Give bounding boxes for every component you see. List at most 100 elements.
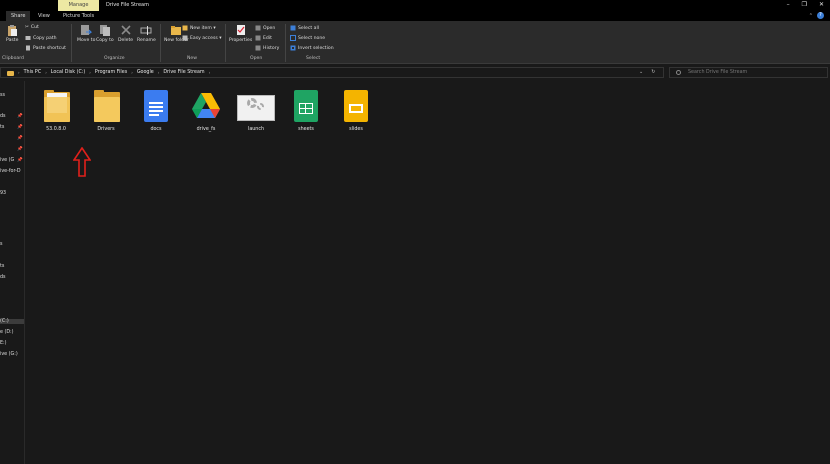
file-name: docs [150, 127, 162, 132]
nav-item[interactable]: e (D:) [0, 330, 14, 335]
paste-shortcut-icon [26, 45, 30, 51]
file-item-docs[interactable]: docs [136, 89, 176, 132]
close-button[interactable]: ✕ [819, 1, 824, 8]
select-all-label: Select all [298, 25, 319, 31]
breadcrumb-google[interactable]: Google [137, 68, 154, 78]
delete-icon [120, 25, 131, 35]
history-label: History [263, 45, 280, 51]
file-item-drivers[interactable]: Drivers [86, 89, 126, 132]
easy-access-button[interactable]: Easy access ▾ [182, 35, 222, 41]
chevron-right-icon: › [18, 70, 20, 75]
file-item-launch[interactable]: launch [236, 89, 276, 132]
open-button[interactable]: Open [255, 25, 275, 31]
ribbon: Paste ✂ Cut Copy path Paste shortcut Cli… [0, 21, 830, 64]
chevron-right-icon: › [208, 70, 211, 75]
history-button[interactable]: History [255, 45, 279, 51]
edit-icon [255, 35, 261, 41]
file-name: slides [349, 127, 363, 132]
search-input[interactable]: Search Drive File Stream [688, 68, 747, 78]
pin-icon: 📌 [17, 158, 23, 163]
file-name: drive_fs [196, 127, 216, 132]
settings-app-icon [237, 89, 275, 123]
ribbon-tabs: Share View Picture Tools [0, 11, 830, 21]
chevron-right-icon: › [157, 70, 160, 75]
file-item-slides[interactable]: slides [336, 89, 376, 132]
rename-button[interactable]: Rename [137, 24, 156, 43]
select-all-icon [290, 25, 296, 31]
copy-to-icon [99, 25, 110, 36]
breadcrumb-drive-file-stream[interactable]: Drive File Stream [163, 68, 204, 78]
nav-item[interactable]: ts [0, 264, 4, 269]
copy-path-button[interactable]: Copy path [25, 35, 57, 41]
delete-label: Delete [118, 38, 134, 43]
nav-item[interactable]: ts [0, 125, 4, 130]
file-item-sheets[interactable]: sheets [286, 89, 326, 132]
new-folder-icon [171, 26, 182, 35]
file-name: sheets [298, 127, 314, 132]
window-title: Drive File Stream [106, 2, 149, 8]
nav-item[interactable]: ive-for-D [0, 169, 21, 174]
easy-access-label: Easy access ▾ [190, 35, 222, 41]
copy-to-button[interactable]: Copy to [96, 24, 114, 43]
address-bar[interactable]: › This PC › Local Disk (C:) › Program Fi… [0, 67, 664, 78]
select-none-label: Select none [298, 35, 326, 41]
file-item-53-0-8-0[interactable]: 53.0.8.0 [36, 89, 76, 132]
address-bar-row: › This PC › Local Disk (C:) › Program Fi… [0, 65, 830, 80]
file-list: 53.0.8.0 Drivers docs drive_fs launch sh… [26, 81, 830, 464]
new-item-button[interactable]: New item ▾ [182, 25, 216, 31]
properties-button[interactable]: Properties [229, 24, 252, 43]
help-icon[interactable]: ? [817, 12, 824, 19]
search-box[interactable]: Search Drive File Stream [669, 67, 828, 78]
breadcrumb-local-disk[interactable]: Local Disk (C:) [51, 68, 86, 78]
breadcrumb-this-pc[interactable]: This PC [24, 68, 42, 78]
pin-icon: 📌 [17, 125, 23, 130]
refresh-icon[interactable]: ↻ [651, 69, 655, 75]
select-none-icon [290, 35, 296, 41]
move-to-button[interactable]: Move to [77, 24, 95, 43]
folder-icon [7, 70, 14, 76]
file-name: 53.0.8.0 [46, 127, 66, 132]
select-none-button[interactable]: Select none [290, 35, 325, 41]
navigation-pane: ss ds 📌 ts 📌 📌 📌 ive (G 📌 ive-for-D 93 s… [0, 81, 25, 464]
google-drive-icon [192, 93, 220, 118]
nav-item-local-disk-c[interactable]: (C:) [0, 319, 24, 324]
move-to-icon [81, 25, 93, 35]
properties-label: Properties [229, 38, 253, 43]
paste-label: Paste [6, 38, 19, 43]
easy-access-icon [182, 35, 188, 41]
chevron-right-icon: › [45, 70, 47, 75]
new-item-icon [182, 25, 188, 31]
ribbon-separator [71, 24, 72, 62]
tab-view[interactable]: View [38, 11, 50, 21]
select-all-button[interactable]: Select all [290, 25, 319, 31]
nav-item[interactable]: ds [0, 275, 6, 280]
nav-item[interactable]: s [0, 242, 3, 247]
copy-path-label: Copy path [33, 35, 57, 41]
nav-item[interactable]: ive (G:) [0, 352, 18, 357]
minimize-button[interactable]: – [787, 1, 790, 8]
invert-selection-button[interactable]: Invert selection [290, 45, 334, 51]
restore-button[interactable]: ❐ [802, 1, 807, 8]
nav-item[interactable]: ive (G [0, 158, 14, 163]
nav-item[interactable]: E:) [0, 341, 7, 346]
manage-context-tab[interactable]: Manage [58, 0, 99, 11]
nav-item[interactable]: ss [0, 93, 5, 98]
edit-button[interactable]: Edit [255, 35, 272, 41]
tab-picture-tools[interactable]: Picture Tools [63, 11, 94, 21]
paste-shortcut-button[interactable]: Paste shortcut [25, 45, 66, 51]
delete-button[interactable]: Delete [118, 24, 133, 43]
invert-selection-label: Invert selection [298, 45, 334, 51]
nav-item[interactable]: ds [0, 114, 6, 119]
cut-button[interactable]: ✂ Cut [25, 25, 39, 30]
breadcrumb-program-files[interactable]: Program Files [95, 68, 127, 78]
paste-icon [8, 25, 18, 36]
collapse-ribbon-icon[interactable]: ⌃ [809, 13, 813, 19]
chevron-down-icon[interactable]: ⌄ [639, 69, 643, 75]
nav-item[interactable]: 93 [0, 191, 6, 196]
file-item-drive-fs[interactable]: drive_fs [186, 89, 226, 132]
paste-shortcut-label: Paste shortcut [33, 45, 66, 51]
file-name: launch [247, 127, 265, 132]
tab-share[interactable]: Share [6, 11, 31, 21]
paste-button[interactable]: Paste [6, 24, 18, 43]
cut-label: Cut [30, 25, 39, 30]
